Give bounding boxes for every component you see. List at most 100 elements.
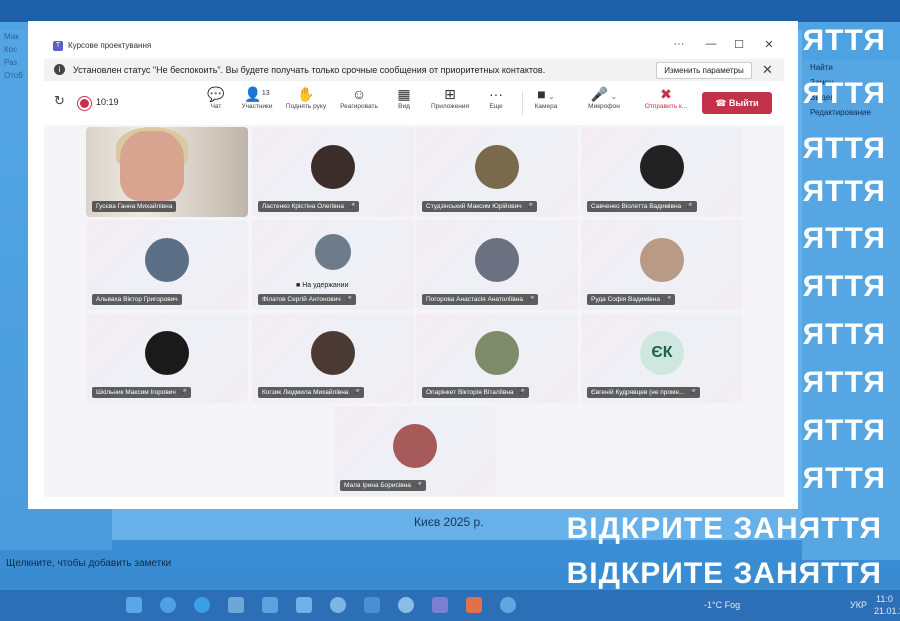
weather-text[interactable]: -1°C Fog bbox=[704, 600, 740, 610]
minimize-button[interactable]: — bbox=[702, 38, 720, 50]
participant-name: Альваха Віктор Григорович bbox=[92, 294, 182, 305]
more-options-icon[interactable]: ··· bbox=[670, 38, 688, 50]
participant-tile[interactable]: Гусєва Ганна Михайлівна bbox=[86, 127, 248, 217]
change-settings-button[interactable]: Изменить параметры bbox=[656, 62, 752, 79]
files-icon[interactable] bbox=[296, 597, 312, 613]
participant-name: Шкільник Максим Ігорович 🎤 bbox=[92, 387, 192, 398]
participant-name-text: Філатов Сергій Антонович bbox=[262, 296, 341, 303]
view-button[interactable]: ▦ Вид bbox=[382, 85, 426, 110]
participant-name: Філатов Сергій Антонович 🎤 bbox=[258, 294, 357, 305]
overlay-text: ЯТТЯ bbox=[802, 132, 886, 165]
powerpoint-icon[interactable] bbox=[466, 597, 482, 613]
language-indicator[interactable]: УКР bbox=[850, 600, 867, 610]
participant-tile[interactable]: Мала Ірина Борисівна 🎤 bbox=[334, 406, 496, 496]
chat-label: Чат bbox=[210, 103, 222, 110]
participant-name-text: Когзик Людмила Михайлівна bbox=[262, 389, 349, 396]
participant-tile[interactable]: Савченко Віолетта Вадимівна 🎤 bbox=[581, 127, 743, 217]
microphone-button[interactable]: 🎤 ⌄ Микрофон bbox=[582, 85, 626, 110]
meeting-toolbar: ↻ 10:19 💬 Чат 👤13 Участники ✋ Поднять ру… bbox=[44, 85, 784, 121]
participant-tile[interactable]: Шкільник Максим Ігорович 🎤 bbox=[86, 313, 248, 403]
participant-tile[interactable]: Альваха Віктор Григорович bbox=[86, 220, 248, 310]
desktop-top-bar bbox=[0, 0, 900, 22]
toolbar-divider bbox=[522, 91, 523, 115]
microphone-label: Микрофон bbox=[588, 103, 620, 110]
title-bar: T Курсове проектування ··· — ☐ ✕ bbox=[44, 35, 784, 57]
avatar bbox=[475, 238, 519, 282]
leave-label: Выйти bbox=[729, 98, 759, 108]
participant-name-text: Савченко Віолетта Вадимівна bbox=[591, 203, 682, 210]
ellipsis-icon: ··· bbox=[489, 86, 503, 102]
overlay-text: ЯТТЯ bbox=[802, 24, 886, 57]
participant-name: Мала Ірина Борисівна 🎤 bbox=[340, 480, 427, 491]
recording-icon bbox=[78, 97, 91, 110]
leave-button[interactable]: ☎ Выйти bbox=[702, 92, 772, 114]
participant-name-text: Мала Ірина Борисівна bbox=[344, 482, 411, 489]
apps-button[interactable]: ⊞ Приложения bbox=[428, 85, 472, 110]
on-hold-text: На удержании bbox=[302, 282, 349, 289]
person-icon: 👤 bbox=[244, 86, 262, 102]
word-icon[interactable] bbox=[364, 597, 380, 613]
participant-name: Гусєва Ганна Михайлівна bbox=[92, 201, 177, 212]
participant-name-text: Погорова Анастасія Анатоліївна bbox=[426, 296, 523, 303]
participant-tile[interactable]: Когзик Людмила Михайлівна 🎤 bbox=[252, 313, 414, 403]
overlay-text: ЯТТЯ bbox=[802, 414, 886, 447]
chat-icon: 💬 bbox=[207, 86, 225, 102]
chat-button[interactable]: 💬 Чат bbox=[194, 85, 238, 110]
edge-icon[interactable] bbox=[194, 597, 210, 613]
banner-message: Установлен статус "Не беспокоить". Вы бу… bbox=[73, 65, 546, 75]
react-button[interactable]: ☺ Реагировать bbox=[337, 85, 381, 110]
apps-icon: ⊞ bbox=[444, 86, 456, 102]
store-icon[interactable] bbox=[228, 597, 244, 613]
mic-off-icon: 🎤 bbox=[347, 204, 356, 210]
info-icon: i bbox=[54, 64, 65, 75]
participant-tile[interactable]: ■ На удержании Філатов Сергій Антонович 🎤 bbox=[252, 220, 414, 310]
banner-close-icon[interactable]: ✕ bbox=[762, 62, 773, 78]
mic-off-icon: 🎤 bbox=[685, 204, 693, 210]
avatar bbox=[145, 238, 189, 282]
camera-button[interactable]: ■ ⌄ Камера bbox=[524, 85, 568, 110]
overlay-text: ЯТТЯ bbox=[802, 222, 886, 255]
app-icon[interactable] bbox=[398, 597, 414, 613]
avatar bbox=[145, 331, 189, 375]
raise-hand-button[interactable]: ✋ Поднять руку bbox=[284, 85, 328, 110]
participant-tile[interactable]: ЄК Євгеній Кудрявцев (не проме... 🎤 bbox=[581, 313, 743, 403]
participant-name: Когзик Людмила Михайлівна 🎤 bbox=[258, 387, 364, 398]
participant-tile[interactable]: Опарінкет Вікторія Віталіївна 🎤 bbox=[416, 313, 578, 403]
ppt-row: Найти bbox=[810, 63, 833, 72]
participant-name: Опарінкет Вікторія Віталіївна 🎤 bbox=[422, 387, 530, 398]
participant-name: Студзінський Максим Юрійович 🎤 bbox=[422, 201, 538, 212]
more-button[interactable]: ··· Еще bbox=[474, 85, 518, 110]
chevron-down-icon[interactable]: ⌄ bbox=[546, 92, 555, 101]
share-button[interactable]: ✖ Отправить к... bbox=[644, 85, 688, 110]
teams-icon[interactable] bbox=[432, 597, 448, 613]
windows-icon[interactable] bbox=[126, 597, 142, 613]
maximize-button[interactable]: ☐ bbox=[730, 38, 748, 51]
raise-hand-label: Поднять руку bbox=[285, 103, 327, 110]
participants-button[interactable]: 👤13 Участники bbox=[235, 85, 279, 110]
folder-icon[interactable] bbox=[262, 597, 278, 613]
mic-off-icon: 🎤 bbox=[179, 390, 188, 396]
on-hold-status: ■ На удержании bbox=[296, 282, 349, 289]
search-icon[interactable] bbox=[160, 597, 176, 613]
participant-tile[interactable]: Руда Софія Вадимівна 🎤 bbox=[581, 220, 743, 310]
chrome-icon[interactable] bbox=[330, 597, 346, 613]
participants-grid: Гусєва Ганна Михайлівна Ластенко Крістін… bbox=[44, 125, 784, 497]
app-icon[interactable] bbox=[500, 597, 516, 613]
overlay-text-full: ВІДКРИТЕ ЗАНЯТТЯ bbox=[566, 557, 882, 590]
chevron-down-icon[interactable]: ⌄ bbox=[608, 92, 617, 101]
mic-off-icon: 🎤 bbox=[344, 297, 353, 303]
participant-tile[interactable]: Студзінський Максим Юрійович 🎤 bbox=[416, 127, 578, 217]
clock-date[interactable]: 21.01.2 bbox=[874, 606, 900, 616]
participant-tile[interactable]: Ластенко Крістіна Олегівна 🎤 bbox=[252, 127, 414, 217]
meeting-timer: 10:19 bbox=[96, 97, 119, 107]
overlay-text: ЯТТЯ bbox=[802, 175, 886, 208]
slide-footer: Києв 2025 р. bbox=[414, 515, 484, 529]
participant-name: Погорова Анастасія Анатоліївна 🎤 bbox=[422, 294, 539, 305]
refresh-icon[interactable]: ↻ bbox=[54, 93, 65, 109]
video-feed-face bbox=[120, 131, 184, 201]
clock-time[interactable]: 11:0 bbox=[876, 594, 893, 604]
close-button[interactable]: ✕ bbox=[760, 38, 778, 51]
participant-tile[interactable]: Погорова Анастасія Анатоліївна 🎤 bbox=[416, 220, 578, 310]
avatar bbox=[311, 331, 355, 375]
mic-off-icon: 🎤 bbox=[525, 204, 534, 210]
